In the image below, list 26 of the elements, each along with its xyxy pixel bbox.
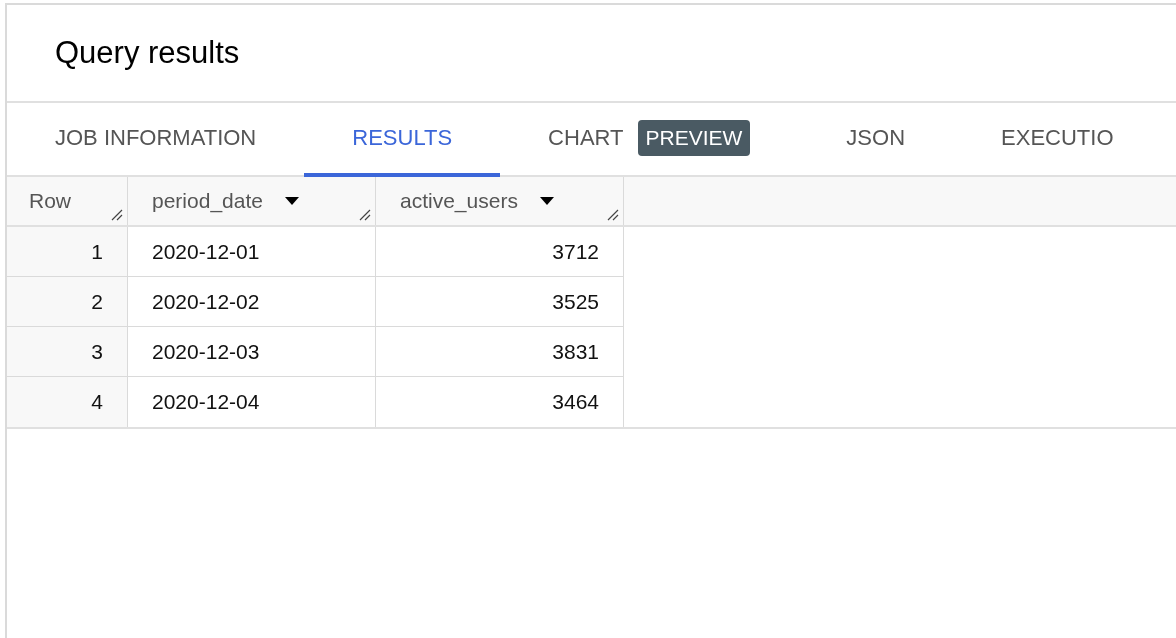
caret-icon[interactable] (539, 197, 554, 205)
table-cell: 2020-12-01 (128, 227, 376, 277)
table-cell: 4 (7, 377, 128, 427)
column-header[interactable]: Row (7, 177, 128, 225)
table-cell: 2020-12-03 (128, 327, 376, 377)
tab[interactable]: JSON (798, 103, 954, 177)
table-cell: 3831 (376, 327, 624, 377)
resize-handle-icon[interactable] (607, 209, 619, 221)
table-cell: 3464 (376, 377, 624, 427)
preview-badge: PREVIEW (637, 120, 751, 156)
table-cell: 3525 (376, 277, 624, 327)
tab[interactable]: CHART PREVIEW (500, 103, 799, 177)
column-header[interactable]: period_date (128, 177, 376, 225)
caret-icon[interactable] (284, 197, 299, 205)
panel-title: Query results (55, 35, 240, 71)
table-cell: 2020-12-04 (128, 377, 376, 427)
resize-handle-icon[interactable] (111, 209, 123, 221)
resize-handle-icon[interactable] (359, 209, 371, 221)
table-cell: 3 (7, 327, 128, 377)
table-cell: 2020-12-02 (128, 277, 376, 327)
table-cell: 3712 (376, 227, 624, 277)
column-header[interactable]: active_users (376, 177, 624, 225)
table-cell: 2 (7, 277, 128, 327)
tab[interactable]: JOB INFORMATION (7, 103, 305, 177)
tab[interactable]: EXECUTIO (953, 103, 1162, 177)
table-cell: 1 (7, 227, 128, 277)
